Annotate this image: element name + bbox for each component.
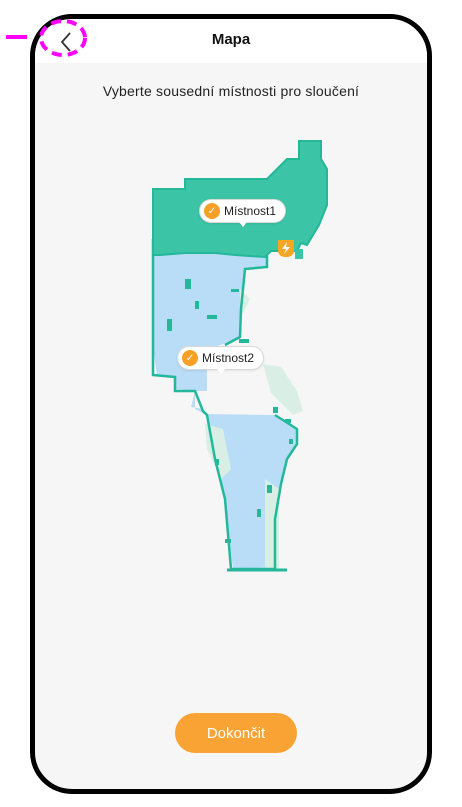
check-icon: ✓ — [182, 350, 198, 366]
room-label-2[interactable]: ✓ Místnost2 — [177, 346, 265, 374]
room-label-1[interactable]: ✓ Místnost1 — [199, 199, 287, 227]
check-icon: ✓ — [204, 203, 220, 219]
floor-map — [151, 140, 328, 572]
screen: Mapa Vyberte sousední místnosti pro slou… — [0, 0, 462, 807]
phone-frame: Mapa Vyberte sousední místnosti pro slou… — [30, 14, 432, 794]
finish-button[interactable]: Dokončit — [175, 713, 297, 753]
room-name: Místnost1 — [224, 204, 277, 218]
room-2-area[interactable] — [151, 239, 303, 572]
charging-dock-icon — [278, 240, 294, 257]
room-name: Místnost2 — [202, 351, 255, 365]
